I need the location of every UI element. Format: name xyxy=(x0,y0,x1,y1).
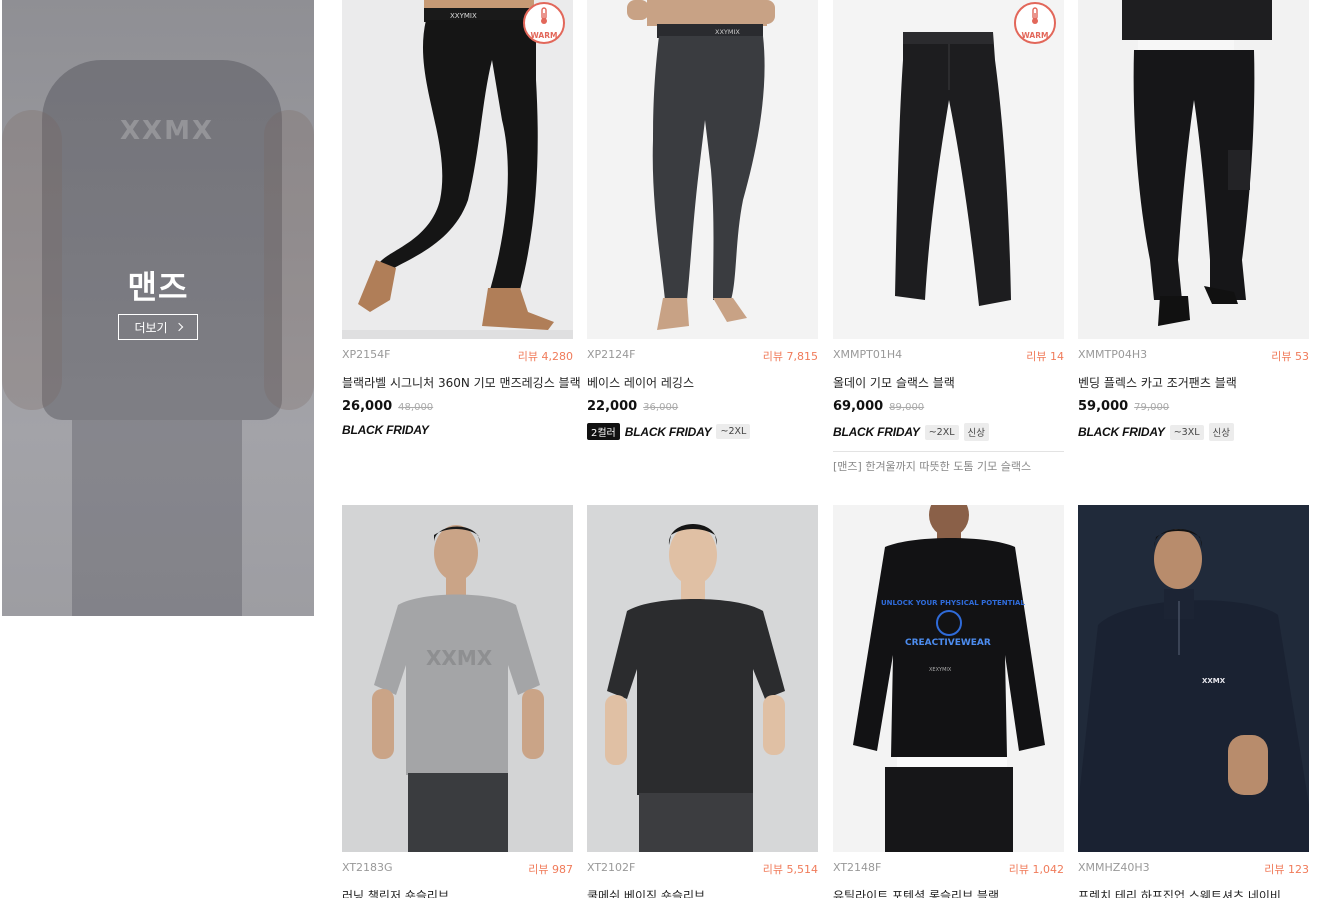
banner-bg-logo: XXMX xyxy=(120,116,215,146)
product-code: XMMTP04H3 xyxy=(1078,348,1148,361)
product-image[interactable]: WARM xyxy=(833,0,1064,339)
sale-price: 69,000 xyxy=(833,399,884,414)
product-card[interactable]: XMMTP04H3 리뷰 53 벤딩 플렉스 카고 조거팬츠 블랙 59,000… xyxy=(1078,0,1309,441)
banner-title: 맨즈 xyxy=(127,268,189,306)
review-count[interactable]: 리뷰 14 xyxy=(1026,348,1064,364)
size-tag: ~2XL xyxy=(716,424,751,439)
color-count-tag: 2컬러 xyxy=(587,423,620,440)
black-friday-tag: BLACK FRIDAY xyxy=(833,425,920,439)
review-count[interactable]: 리뷰 1,042 xyxy=(1009,861,1064,877)
shirt-print-main: CREACTIVEWEAR xyxy=(905,638,991,648)
product-code: XP2154F xyxy=(342,348,391,361)
shirt-print-small: XEXYMIX xyxy=(929,667,952,673)
product-card[interactable]: XXYMIX WARM XP2154F 리뷰 4,280 블랙라벨 시그니처 3… xyxy=(342,0,581,437)
review-count[interactable]: 리뷰 4,280 xyxy=(518,348,573,364)
longsleeve-black-image: UNLOCK YOUR PHYSICAL POTENTIAL CREACTIVE… xyxy=(833,505,1064,852)
warm-label: WARM xyxy=(530,30,558,40)
black-friday-tag: BLACK FRIDAY xyxy=(342,423,429,437)
product-image[interactable]: XXYMIX xyxy=(587,0,818,339)
product-name[interactable]: 러닝 챌린저 숏슬리브 xyxy=(342,887,573,898)
product-card[interactable]: WARM XMMPT01H4 리뷰 14 올데이 기모 슬랙스 블랙 69,00… xyxy=(833,0,1064,474)
waistband-logo: XXYMIX xyxy=(715,28,740,36)
product-name[interactable]: 프렌치 테리 하프집업 스웨트셔츠 네이비 xyxy=(1078,887,1309,898)
original-price: 36,000 xyxy=(643,402,679,413)
chest-logo: XXMX xyxy=(1202,677,1226,685)
product-card[interactable]: XXMX XT2183G 리뷰 987 러닝 챌린저 숏슬리브 xyxy=(342,505,573,898)
product-image[interactable]: XXMX xyxy=(342,505,573,852)
sale-price: 59,000 xyxy=(1078,399,1129,414)
product-code: XP2124F xyxy=(587,348,636,361)
banner-model-legs xyxy=(72,420,242,616)
sale-price: 22,000 xyxy=(587,399,638,414)
waistband-logo: XXYMIX xyxy=(450,12,477,20)
product-card[interactable]: XXYMIX XP2124F 리뷰 7,815 베이스 레이어 레깅스 22,0… xyxy=(587,0,818,440)
banner-model-arm-right xyxy=(264,110,314,410)
thermometer-icon xyxy=(538,6,550,30)
mesh-tee-black-image xyxy=(587,505,818,852)
product-name[interactable]: 벤딩 플렉스 카고 조거팬츠 블랙 xyxy=(1078,374,1309,391)
black-friday-tag: BLACK FRIDAY xyxy=(1078,425,1165,439)
shirt-print: XXMX xyxy=(426,646,493,670)
shirt-print-line1: UNLOCK YOUR PHYSICAL POTENTIAL xyxy=(881,599,1025,607)
review-count[interactable]: 리뷰 7,815 xyxy=(763,348,818,364)
product-image[interactable] xyxy=(1078,0,1309,339)
original-price: 79,000 xyxy=(1134,402,1170,413)
product-name[interactable]: 블랙라벨 시그니처 360N 기모 맨즈레깅스 블랙 xyxy=(342,374,581,391)
sale-price: 26,000 xyxy=(342,399,393,414)
product-code: XT2183G xyxy=(342,861,393,874)
product-image[interactable]: XXYMIX WARM xyxy=(342,0,573,339)
size-tag: ~3XL xyxy=(1169,424,1204,440)
product-image[interactable] xyxy=(587,505,818,852)
banner-model-image xyxy=(42,60,282,420)
size-tag: ~2XL xyxy=(924,424,959,440)
warm-label: WARM xyxy=(1021,30,1049,40)
category-banner-mens[interactable]: XXMX 맨즈 더보기 xyxy=(2,0,314,616)
product-name[interactable]: 쿨메쉬 베이직 숏슬리브 xyxy=(587,887,818,898)
product-code: XT2102F xyxy=(587,861,636,874)
product-image[interactable]: XXMX xyxy=(1078,505,1309,852)
banner-model-arm-left xyxy=(2,110,62,410)
base-layer-leggings-image: XXYMIX xyxy=(587,0,818,339)
new-tag: 신상 xyxy=(1208,423,1235,441)
leggings-black-image: XXYMIX xyxy=(342,0,573,339)
running-tee-gray-image: XXMX xyxy=(342,505,573,852)
new-tag: 신상 xyxy=(963,423,990,441)
product-code: XT2148F xyxy=(833,861,882,874)
warm-badge: WARM xyxy=(1014,2,1056,44)
product-code: XMMPT01H4 xyxy=(833,348,903,361)
review-count[interactable]: 리뷰 123 xyxy=(1264,861,1309,877)
original-price: 48,000 xyxy=(398,402,434,413)
product-code: XMMHZ40H3 xyxy=(1078,861,1150,874)
product-card[interactable]: XT2102F 리뷰 5,514 쿨메쉬 베이직 숏슬리브 xyxy=(587,505,818,898)
cargo-jogger-image xyxy=(1078,0,1309,339)
thermometer-icon xyxy=(1029,6,1041,30)
product-card[interactable]: XXMX XMMHZ40H3 리뷰 123 프렌치 테리 하프집업 스웨트셔츠 … xyxy=(1078,505,1309,898)
product-name[interactable]: 올데이 기모 슬랙스 블랙 xyxy=(833,374,1064,391)
product-image[interactable]: UNLOCK YOUR PHYSICAL POTENTIAL CREACTIVE… xyxy=(833,505,1064,852)
original-price: 89,000 xyxy=(889,402,925,413)
review-count[interactable]: 리뷰 5,514 xyxy=(763,861,818,877)
product-card[interactable]: UNLOCK YOUR PHYSICAL POTENTIAL CREACTIVE… xyxy=(833,505,1064,898)
chevron-right-icon xyxy=(174,322,183,332)
halfzip-sweatshirt-navy-image: XXMX xyxy=(1078,505,1309,852)
review-count[interactable]: 리뷰 987 xyxy=(528,861,573,877)
black-friday-tag: BLACK FRIDAY xyxy=(624,424,712,439)
product-description: [맨즈] 한겨울까지 따뜻한 도톰 기모 슬랙스 xyxy=(833,451,1064,474)
review-count[interactable]: 리뷰 53 xyxy=(1271,348,1309,364)
more-button[interactable]: 더보기 xyxy=(118,314,198,340)
product-name[interactable]: 유틸라이트 포텐셜 롱슬리브 블랙 xyxy=(833,887,1064,898)
warm-badge: WARM xyxy=(523,2,565,44)
slacks-black-image xyxy=(833,0,1064,339)
more-button-label: 더보기 xyxy=(134,320,168,335)
product-name[interactable]: 베이스 레이어 레깅스 xyxy=(587,374,818,391)
